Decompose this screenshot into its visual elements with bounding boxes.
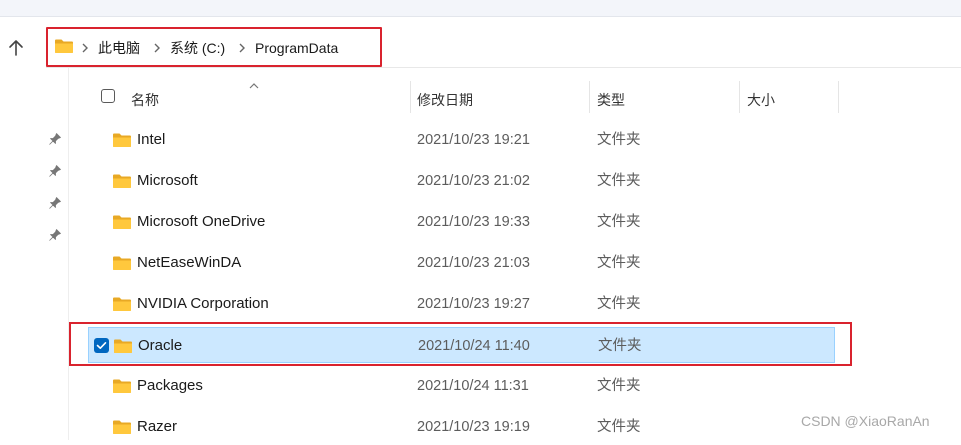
file-type: 文件夹 [597,214,641,230]
folder-icon [112,378,132,399]
address-highlight-box [46,27,382,67]
file-row-nvidia-corporation[interactable]: NVIDIA Corporation 2021/10/23 19:27 文件夹 [88,286,835,322]
file-name: Razer [137,418,178,435]
folder-icon [112,214,132,235]
top-strip [0,0,961,17]
pin-icon[interactable] [48,228,62,247]
file-date-modified: 2021/10/23 21:03 [417,255,530,271]
file-type: 文件夹 [597,419,641,435]
file-date-modified: 2021/10/23 19:21 [417,132,530,148]
file-row-packages[interactable]: Packages 2021/10/24 11:31 文件夹 [88,368,835,404]
file-type: 文件夹 [597,378,641,394]
file-date-modified: 2021/10/23 21:02 [417,173,530,189]
file-date-modified: 2021/10/23 19:33 [417,214,530,230]
folder-icon [112,132,132,153]
file-name: Microsoft [137,172,198,189]
file-type: 文件夹 [597,132,641,148]
pin-icon[interactable] [48,164,62,183]
watermark: CSDN @XiaoRanAn [801,413,930,429]
file-date-modified: 2021/10/23 19:27 [417,296,530,312]
column-type[interactable]: 类型 [597,90,625,110]
folder-icon [112,296,132,317]
select-all-checkbox[interactable] [101,89,115,103]
column-divider[interactable] [739,81,740,113]
file-name: Packages [137,377,203,394]
file-date-modified: 2021/10/23 19:19 [417,419,530,435]
file-type: 文件夹 [597,255,641,271]
oracle-highlight-box [69,322,852,366]
file-row-intel[interactable]: Intel 2021/10/23 19:21 文件夹 [88,122,835,158]
file-name: Microsoft OneDrive [137,213,266,230]
pin-icon[interactable] [48,196,62,215]
file-date-modified: 2021/10/24 11:31 [417,378,529,394]
file-row-microsoft-onedrive[interactable]: Microsoft OneDrive 2021/10/23 19:33 文件夹 [88,204,835,240]
file-name: Intel [137,131,166,148]
folder-icon [112,419,132,440]
navigation-pane [0,68,69,440]
column-size[interactable]: 大小 [747,90,775,110]
column-divider[interactable] [838,81,839,113]
column-date-modified[interactable]: 修改日期 [417,90,473,110]
file-type: 文件夹 [597,173,641,189]
up-button[interactable] [4,36,28,60]
column-name[interactable]: 名称 [131,90,159,110]
column-header: 名称 修改日期 类型 大小 [70,68,961,126]
file-name: NetEaseWinDA [137,254,242,271]
folder-icon [112,255,132,276]
file-row-microsoft[interactable]: Microsoft 2021/10/23 21:02 文件夹 [88,163,835,199]
file-name: NVIDIA Corporation [137,295,269,312]
pin-icon[interactable] [48,132,62,151]
arrow-up-icon [9,40,23,56]
file-row-neteasewinda[interactable]: NetEaseWinDA 2021/10/23 21:03 文件夹 [88,245,835,281]
sort-ascending-icon [248,77,260,95]
column-divider[interactable] [589,81,590,113]
folder-icon [112,173,132,194]
file-type: 文件夹 [597,296,641,312]
column-divider[interactable] [410,81,411,113]
